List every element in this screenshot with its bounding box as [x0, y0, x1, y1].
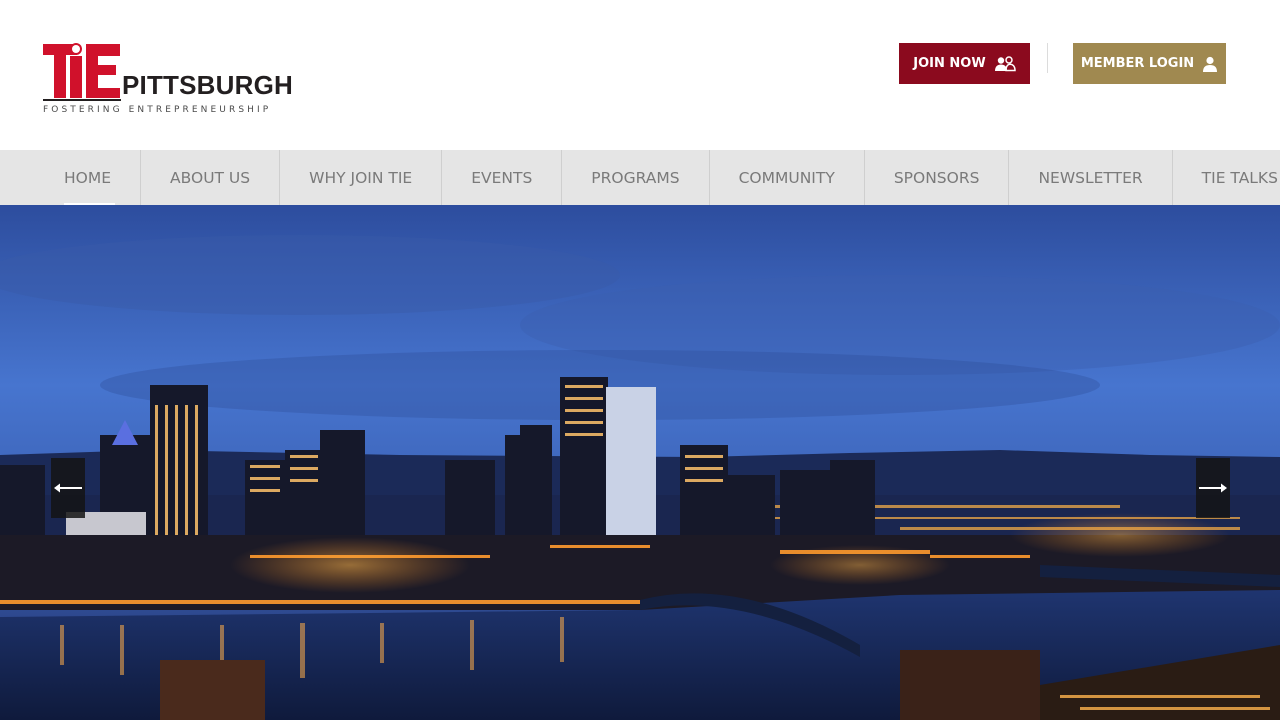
main-nav: HOME ABOUT US WHY JOIN TIE EVENTS PROGRA…: [0, 150, 1280, 205]
nav-item-sponsors[interactable]: SPONSORS: [865, 150, 1010, 205]
hero-slider: [0, 205, 1280, 720]
users-icon: [994, 55, 1016, 71]
slider-next-button[interactable]: [1196, 458, 1230, 518]
user-icon: [1203, 56, 1218, 72]
nav-item-home[interactable]: HOME: [35, 150, 142, 205]
arrow-left-icon: [54, 483, 82, 493]
nav-item-community[interactable]: COMMUNITY: [710, 150, 865, 205]
nav-item-tie-talks[interactable]: TIE TALKS: [1173, 150, 1280, 205]
logo-wordmark: PITTSBURGH: [122, 70, 293, 100]
arrow-right-icon: [1199, 483, 1227, 493]
slider-prev-button[interactable]: [51, 458, 85, 518]
member-login-button[interactable]: MEMBER LOGIN: [1073, 43, 1226, 84]
join-now-label: JOIN NOW: [913, 56, 986, 71]
nav-item-why-join-tie[interactable]: WHY JOIN TIE: [280, 150, 443, 205]
nav-item-programs[interactable]: PROGRAMS: [562, 150, 710, 205]
header-divider: [1047, 43, 1048, 73]
nav-item-newsletter[interactable]: NEWSLETTER: [1009, 150, 1173, 205]
main-nav-list: HOME ABOUT US WHY JOIN TIE EVENTS PROGRA…: [35, 150, 1280, 205]
nav-item-about-us[interactable]: ABOUT US: [141, 150, 281, 205]
pittsburgh-skyline-image: [0, 205, 1280, 720]
tie-logo-mark: [42, 42, 122, 102]
join-now-button[interactable]: JOIN NOW: [899, 43, 1030, 84]
logo-tagline: FOSTERING ENTREPRENEURSHIP: [43, 105, 272, 115]
site-header: PITTSBURGH FOSTERING ENTREPRENEURSHIP JO…: [0, 0, 1280, 150]
member-login-label: MEMBER LOGIN: [1080, 56, 1195, 71]
tie-pittsburgh-logo[interactable]: PITTSBURGH FOSTERING ENTREPRENEURSHIP: [42, 42, 304, 118]
nav-item-events[interactable]: EVENTS: [442, 150, 563, 205]
